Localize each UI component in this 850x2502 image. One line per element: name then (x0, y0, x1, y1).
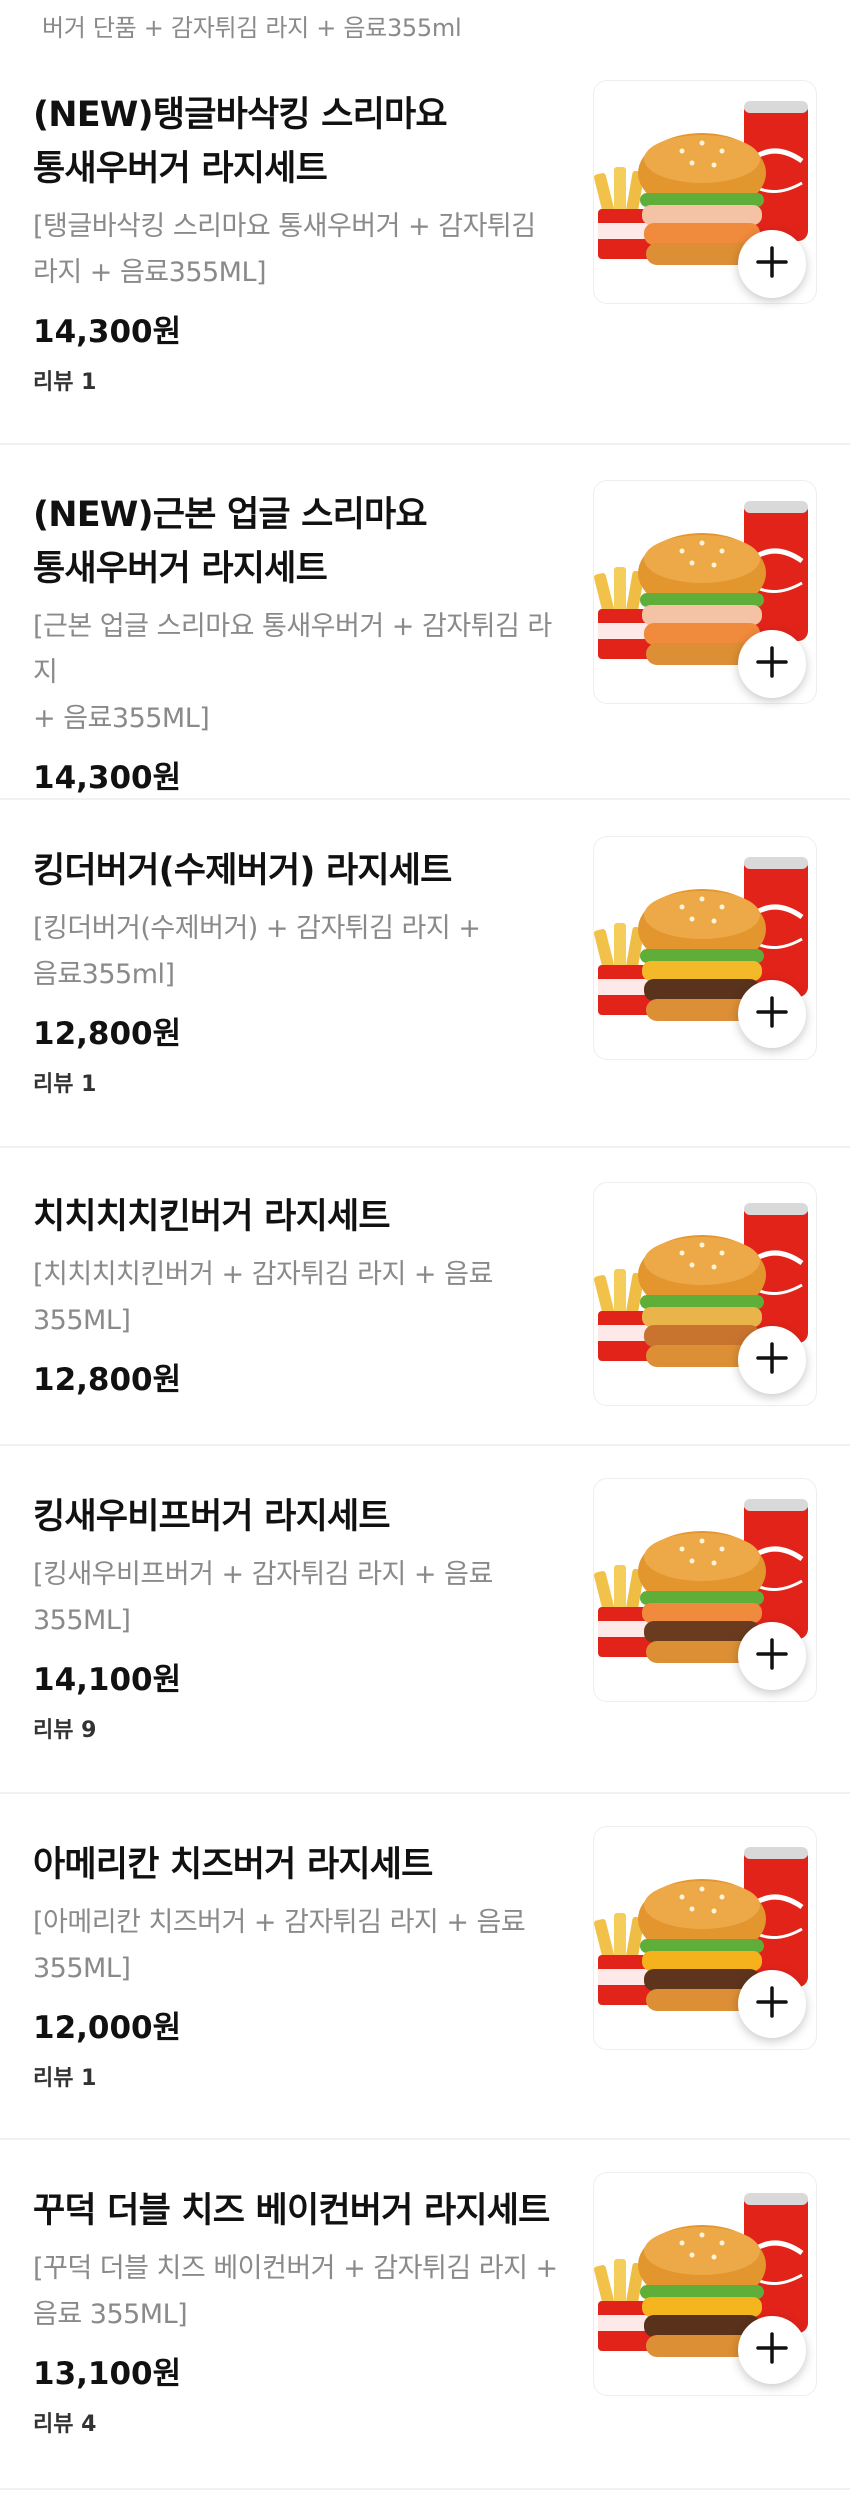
item-description: [아메리칸 치즈버거 + 감자튀김 라지 + 음료 355ML] (33, 1907, 526, 1984)
item-review: 리뷰 9 (33, 1716, 568, 1746)
item-name: 킹더버거(수제버거) 라지세트 (33, 851, 452, 891)
menu-item[interactable]: 꾸덕 더블 치즈 베이컨버거 라지세트 [꾸덕 더블 치즈 베이컨버거 + 감자… (0, 2140, 850, 2490)
item-description: [킹새우비프버거 + 감자튀김 라지 + 음료 355ML] (33, 1559, 493, 1636)
add-to-cart-button[interactable] (738, 630, 806, 698)
plus-icon (755, 1341, 789, 1379)
plus-icon (755, 245, 789, 283)
item-name: 치치치치킨버거 라지세트 (33, 1197, 391, 1237)
add-to-cart-button[interactable] (738, 1622, 806, 1690)
review-count: 1 (81, 370, 97, 395)
review-label: 리뷰 (33, 1718, 74, 1743)
review-label: 리뷰 (33, 370, 74, 395)
item-name: 꾸덕 더블 치즈 베이컨버거 라지세트 (33, 2191, 550, 2231)
review-count: 1 (81, 1072, 97, 1097)
add-to-cart-button[interactable] (738, 230, 806, 298)
review-label: 리뷰 (33, 2066, 74, 2091)
plus-icon (755, 645, 789, 683)
add-to-cart-button[interactable] (738, 980, 806, 1048)
review-count: 1 (81, 2066, 97, 2091)
item-description: [근본 업글 스리마요 통새우버거 + 감자튀김 라지 + 음료355ML] (33, 611, 552, 734)
plus-icon (755, 1637, 789, 1675)
item-description: [꾸덕 더블 치즈 베이컨버거 + 감자튀김 라지 + 음료 355ML] (33, 2253, 558, 2330)
menu-item[interactable]: 치치치치킨버거 라지세트 [치치치치킨버거 + 감자튀김 라지 + 음료 355… (0, 1148, 850, 1446)
item-review: 리뷰 1 (33, 1070, 568, 1100)
add-to-cart-button[interactable] (738, 2316, 806, 2384)
review-label: 리뷰 (33, 1072, 74, 1097)
item-description: [탱글바삭킹 스리마요 통새우버거 + 감자튀김 라지 + 음료355ML] (33, 211, 536, 288)
item-name: 킹새우비프버거 라지세트 (33, 1497, 391, 1537)
menu-item[interactable]: (NEW)탱글바삭킹 스리마요 통새우버거 라지세트 [탱글바삭킹 스리마요 통… (0, 50, 850, 445)
menu-item[interactable]: 킹새우비프버거 라지세트 [킹새우비프버거 + 감자튀김 라지 + 음료 355… (0, 1446, 850, 1794)
review-count: 9 (81, 1718, 97, 1743)
menu-item[interactable]: 킹더버거(수제버거) 라지세트 [킹더버거(수제버거) + 감자튀김 라지 + … (0, 800, 850, 1148)
plus-icon (755, 995, 789, 1033)
item-price: 14,300원 (33, 760, 182, 796)
plus-icon (755, 2331, 789, 2369)
item-price: 12,800원 (33, 1016, 182, 1052)
category-description: 버거 단품 + 감자튀김 라지 + 음료355ml (42, 14, 462, 42)
item-description: [킹더버거(수제버거) + 감자튀김 라지 + 음료355ml] (33, 913, 481, 990)
item-price: 14,300원 (33, 314, 182, 350)
review-label: 리뷰 (33, 2412, 74, 2437)
menu-page: 버거 단품 + 감자튀김 라지 + 음료355ml (NEW)탱글바삭킹 스리마… (0, 0, 850, 2502)
plus-icon (755, 1985, 789, 2023)
menu-item[interactable]: 아메리칸 치즈버거 라지세트 [아메리칸 치즈버거 + 감자튀김 라지 + 음료… (0, 1794, 850, 2140)
item-price: 12,000원 (33, 2010, 182, 2046)
item-description: [치치치치킨버거 + 감자튀김 라지 + 음료 355ML] (33, 1259, 493, 1336)
item-review: 리뷰 4 (33, 2410, 568, 2440)
item-name: (NEW)탱글바삭킹 스리마요 통새우버거 라지세트 (33, 95, 448, 189)
item-price: 14,100원 (33, 1662, 182, 1698)
add-to-cart-button[interactable] (738, 1970, 806, 2038)
item-review: 리뷰 1 (33, 2064, 568, 2094)
menu-item[interactable]: (NEW)근본 업글 스리마요 통새우버거 라지세트 [근본 업글 스리마요 통… (0, 445, 850, 800)
item-name: 아메리칸 치즈버거 라지세트 (33, 1845, 433, 1885)
review-count: 4 (81, 2412, 97, 2437)
item-name: (NEW)근본 업글 스리마요 통새우버거 라지세트 (33, 495, 428, 589)
item-price: 13,100원 (33, 2356, 182, 2392)
add-to-cart-button[interactable] (738, 1326, 806, 1394)
item-price: 12,800원 (33, 1362, 182, 1398)
item-review: 리뷰 1 (33, 368, 568, 398)
